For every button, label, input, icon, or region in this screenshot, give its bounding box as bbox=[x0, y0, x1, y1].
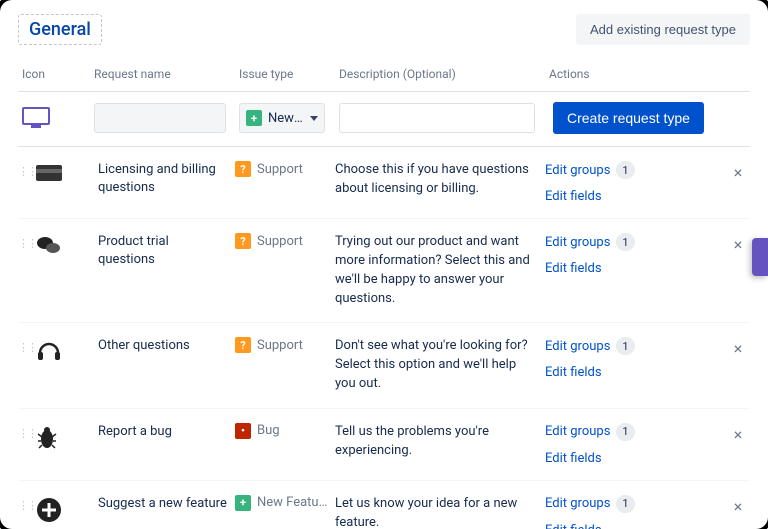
edit-groups-link[interactable]: Edit groups bbox=[545, 163, 610, 178]
groups-count-badge: 1 bbox=[616, 423, 634, 441]
issue-type-select[interactable]: + New … bbox=[239, 103, 325, 133]
drag-handle-icon[interactable]: ⋮⋮ bbox=[18, 233, 36, 250]
request-name: Other questions bbox=[98, 337, 235, 355]
groups-count-badge: 1 bbox=[616, 495, 634, 513]
request-description: Don't see what you're looking for? Selec… bbox=[335, 337, 545, 394]
request-name: Suggest a new feature bbox=[98, 495, 235, 513]
table-row: ⋮⋮ Report a bug•BugTell us the problems y… bbox=[18, 409, 750, 481]
create-request-type-button[interactable]: Create request type bbox=[553, 102, 704, 134]
table-row: ⋮⋮ Product trial questions?SupportTrying … bbox=[18, 219, 750, 323]
chevron-down-icon bbox=[310, 116, 318, 121]
request-name: Report a bug bbox=[98, 423, 235, 441]
issue-type: ?Support bbox=[235, 233, 335, 249]
edit-fields-link[interactable]: Edit fields bbox=[545, 189, 665, 204]
request-icon[interactable] bbox=[36, 161, 98, 183]
remove-row-button[interactable]: × bbox=[726, 495, 750, 516]
remove-row-button[interactable]: × bbox=[726, 423, 750, 444]
edit-groups-link[interactable]: Edit groups bbox=[545, 496, 610, 511]
groups-count-badge: 1 bbox=[616, 161, 634, 179]
add-existing-request-type-button[interactable]: Add existing request type bbox=[576, 14, 750, 45]
request-description: Tell us the problems you're experiencing… bbox=[335, 423, 545, 461]
col-description: Description (Optional) bbox=[339, 67, 549, 81]
col-issuetype: Issue type bbox=[239, 67, 339, 81]
group-title[interactable]: General bbox=[18, 14, 102, 45]
request-name: Licensing and billing questions bbox=[98, 161, 235, 197]
edit-fields-link[interactable]: Edit fields bbox=[545, 261, 665, 276]
edit-fields-link[interactable]: Edit fields bbox=[545, 523, 665, 529]
issue-type: ?Support bbox=[235, 161, 335, 177]
drag-handle-icon[interactable]: ⋮⋮ bbox=[18, 161, 36, 178]
issue-type: +New Featu… bbox=[235, 495, 335, 511]
column-headers: Icon Request name Issue type Description… bbox=[18, 67, 750, 92]
request-name-input[interactable] bbox=[94, 103, 226, 133]
request-icon[interactable] bbox=[36, 233, 98, 257]
request-icon[interactable] bbox=[36, 423, 98, 451]
groups-count-badge: 1 bbox=[616, 233, 634, 251]
groups-count-badge: 1 bbox=[616, 337, 634, 355]
drag-handle-icon[interactable]: ⋮⋮ bbox=[18, 495, 36, 512]
request-description: Trying out our product and want more inf… bbox=[335, 233, 545, 308]
request-icon[interactable] bbox=[36, 495, 98, 523]
request-description: Let us know your idea for a new feature. bbox=[335, 495, 545, 529]
new-request-row: + New … Create request type bbox=[18, 92, 750, 147]
request-icon[interactable] bbox=[36, 337, 98, 363]
table-row: ⋮⋮ Other questions?SupportDon't see what … bbox=[18, 323, 750, 409]
edit-groups-link[interactable]: Edit groups bbox=[545, 235, 610, 250]
col-actions: Actions bbox=[549, 67, 726, 81]
request-description: Choose this if you have questions about … bbox=[335, 161, 545, 199]
side-tab[interactable] bbox=[752, 238, 768, 276]
drag-handle-icon[interactable]: ⋮⋮ bbox=[18, 337, 36, 354]
request-name: Product trial questions bbox=[98, 233, 235, 269]
remove-row-button[interactable]: × bbox=[726, 233, 750, 254]
edit-groups-link[interactable]: Edit groups bbox=[545, 339, 610, 354]
edit-fields-link[interactable]: Edit fields bbox=[545, 451, 665, 466]
col-name: Request name bbox=[94, 67, 239, 81]
monitor-icon[interactable] bbox=[22, 107, 94, 129]
remove-row-button[interactable]: × bbox=[726, 337, 750, 358]
col-icon: Icon bbox=[22, 67, 94, 81]
issue-type: ?Support bbox=[235, 337, 335, 353]
issue-type: •Bug bbox=[235, 423, 335, 439]
table-row: ⋮⋮ Licensing and billing questions?Suppor… bbox=[18, 147, 750, 219]
description-input[interactable] bbox=[339, 103, 535, 133]
remove-row-button[interactable]: × bbox=[726, 161, 750, 182]
edit-groups-link[interactable]: Edit groups bbox=[545, 424, 610, 439]
edit-fields-link[interactable]: Edit fields bbox=[545, 365, 665, 380]
table-row: ⋮⋮ Suggest a new feature+New Featu…Let us… bbox=[18, 481, 750, 529]
drag-handle-icon[interactable]: ⋮⋮ bbox=[18, 423, 36, 440]
